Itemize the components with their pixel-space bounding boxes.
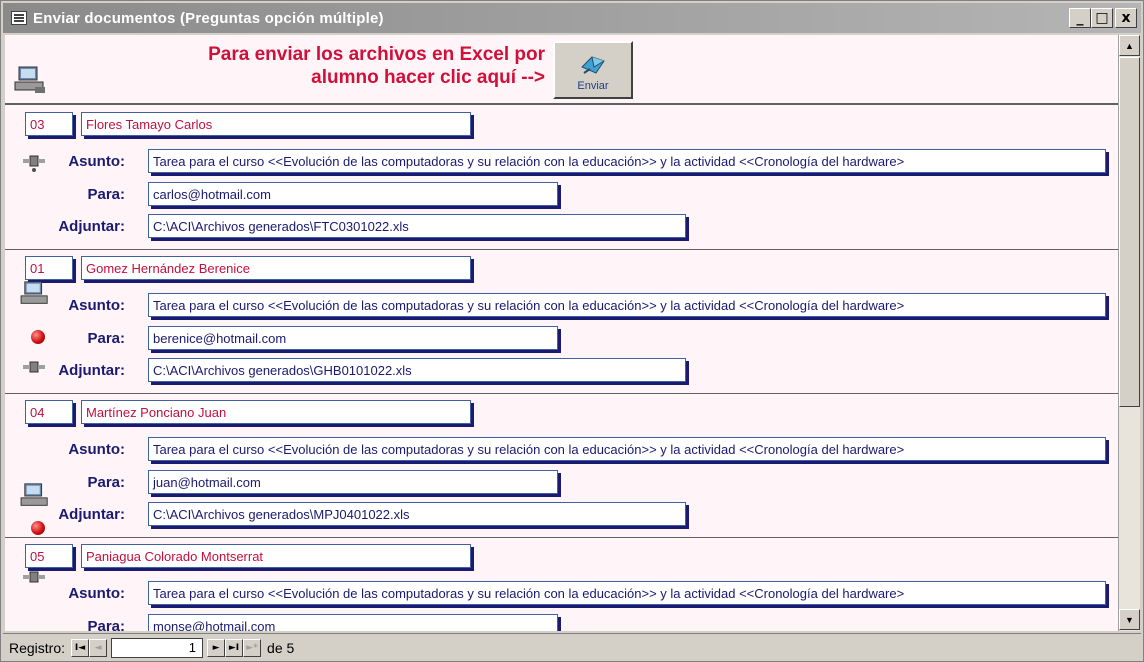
para-field[interactable]: carlos@hotmail.com <box>148 182 558 206</box>
adjuntar-field[interactable]: C:\ACI\Archivos generados\MPJ0401022.xls <box>148 502 686 526</box>
send-button[interactable]: Enviar <box>553 41 633 99</box>
student-number[interactable]: 05 <box>25 544 73 568</box>
red-ball-icon <box>31 521 45 535</box>
form-window: Enviar documentos (Preguntas opción múlt… <box>0 0 1144 662</box>
student-number[interactable]: 04 <box>25 400 73 424</box>
title-bar[interactable]: Enviar documentos (Preguntas opción múlt… <box>3 3 1141 33</box>
student-name[interactable]: Paniagua Colorado Montserrat <box>81 544 471 568</box>
scroll-up-icon[interactable]: ▲ <box>1119 35 1140 56</box>
maximize-button[interactable]: □ <box>1091 8 1113 28</box>
para-label: Para: <box>87 330 125 347</box>
para-field[interactable]: berenice@hotmail.com <box>148 326 558 350</box>
para-label: Para: <box>87 618 125 631</box>
form-header: Para enviar los archivos en Excel por al… <box>5 35 1118 105</box>
asunto-label: Asunto: <box>68 297 125 314</box>
header-message: Para enviar los archivos en Excel por al… <box>208 44 545 88</box>
para-label: Para: <box>87 474 125 491</box>
adjuntar-field[interactable]: C:\ACI\Archivos generados\GHB0101022.xls <box>148 358 686 382</box>
window-title: Enviar documentos (Preguntas opción múlt… <box>33 9 384 27</box>
student-number[interactable]: 03 <box>25 112 73 136</box>
minimize-button[interactable]: _ <box>1069 8 1091 28</box>
last-record-button[interactable]: ►I <box>225 638 244 657</box>
asunto-label: Asunto: <box>68 153 125 170</box>
asunto-field[interactable]: Tarea para el curso <<Evolución de las c… <box>148 149 1106 173</box>
send-mail-icon <box>581 56 605 74</box>
previous-record-button[interactable]: ◄ <box>89 638 108 657</box>
scroll-down-icon[interactable]: ▼ <box>1119 609 1140 630</box>
student-name[interactable]: Flores Tamayo Carlos <box>81 112 471 136</box>
adjuntar-label: Adjuntar: <box>58 218 125 235</box>
record-row: 04 Martínez Ponciano Juan Asunto: Tarea … <box>5 394 1118 538</box>
asunto-label: Asunto: <box>68 441 125 458</box>
adjuntar-label: Adjuntar: <box>58 362 125 379</box>
para-field[interactable]: monse@hotmail.com <box>148 614 558 631</box>
send-button-label: Enviar <box>577 80 609 92</box>
form-icon <box>11 11 27 25</box>
record-row: 01 Gomez Hernández Berenice Asunto: Tare… <box>5 250 1118 394</box>
scroll-thumb[interactable] <box>1119 57 1140 407</box>
adjuntar-field[interactable]: C:\ACI\Archivos generados\FTC0301022.xls <box>148 214 686 238</box>
student-name[interactable]: Gomez Hernández Berenice <box>81 256 471 280</box>
student-number[interactable]: 01 <box>25 256 73 280</box>
asunto-label: Asunto: <box>68 585 125 602</box>
record-row: 05 Paniagua Colorado Montserrat Asunto: … <box>5 538 1118 631</box>
para-field[interactable]: juan@hotmail.com <box>148 470 558 494</box>
computer-icon <box>14 66 45 93</box>
para-label: Para: <box>87 186 125 203</box>
record-row: 03 Flores Tamayo Carlos Asunto: Tarea pa… <box>5 106 1118 250</box>
record-number-input[interactable]: 1 <box>111 637 204 658</box>
record-total: de 5 <box>267 639 295 656</box>
asunto-field[interactable]: Tarea para el curso <<Evolución de las c… <box>148 293 1106 317</box>
asunto-field[interactable]: Tarea para el curso <<Evolución de las c… <box>148 437 1106 461</box>
new-record-button[interactable]: ►* <box>243 638 262 657</box>
window-controls: _ □ x <box>1069 8 1137 28</box>
student-name[interactable]: Martínez Ponciano Juan <box>81 400 471 424</box>
record-navigation: Registro: I◄ ◄ 1 ► ►I ►* de 5 <box>3 633 1141 661</box>
close-button[interactable]: x <box>1115 8 1137 28</box>
form-body: Para enviar los archivos en Excel por al… <box>5 35 1118 631</box>
next-record-button[interactable]: ► <box>207 638 226 657</box>
adjuntar-label: Adjuntar: <box>58 506 125 523</box>
first-record-button[interactable]: I◄ <box>71 638 90 657</box>
vertical-scrollbar[interactable]: ▲ ▼ <box>1118 35 1140 631</box>
asunto-field[interactable]: Tarea para el curso <<Evolución de las c… <box>148 581 1106 605</box>
record-label: Registro: <box>9 639 66 656</box>
